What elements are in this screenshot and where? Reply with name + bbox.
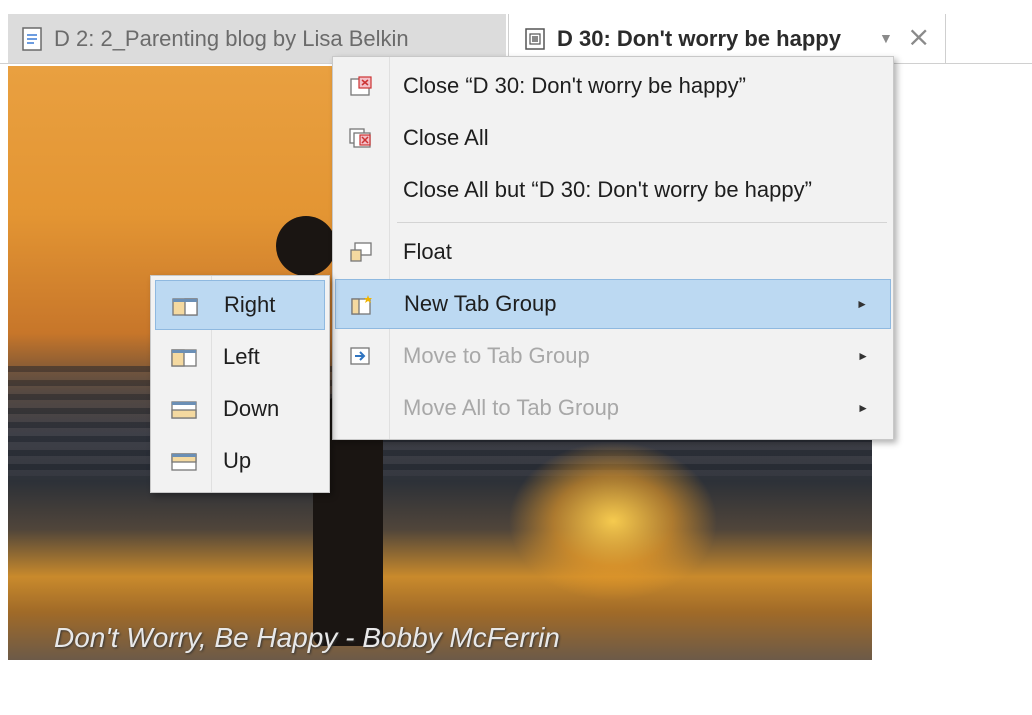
- menu-item-close[interactable]: Close “D 30: Don't worry be happy”: [335, 61, 891, 111]
- menu-item-label: Close All: [403, 125, 489, 150]
- tab-label: D 2: 2_Parenting blog by Lisa Belkin: [54, 26, 409, 51]
- tab-close-icon[interactable]: ×: [907, 20, 930, 53]
- submenu-item-label: Right: [224, 292, 276, 317]
- submenu-item-left[interactable]: Left: [155, 332, 325, 382]
- tab-label: D 30: Don't worry be happy: [557, 26, 841, 51]
- menu-item-float[interactable]: Float: [335, 227, 891, 277]
- menu-item-close-all-but[interactable]: Close All but “D 30: Don't worry be happ…: [335, 165, 891, 215]
- submenu-item-right[interactable]: Right: [155, 280, 325, 330]
- split-down-icon: [171, 401, 197, 419]
- new-tab-group-submenu: Right Left Down Up: [150, 275, 330, 493]
- submenu-item-down[interactable]: Down: [155, 384, 325, 434]
- sunset-glow: [508, 441, 718, 601]
- silhouette-head: [276, 216, 336, 276]
- split-left-icon: [171, 349, 197, 367]
- tab-context-menu: Close “D 30: Don't worry be happy” Close…: [332, 56, 894, 440]
- menu-item-label: Close All but “D 30: Don't worry be happ…: [403, 177, 812, 202]
- submenu-item-up[interactable]: Up: [155, 436, 325, 486]
- split-up-icon: [171, 453, 197, 471]
- close-all-icon: [349, 128, 371, 148]
- menu-item-label: Move All to Tab Group: [403, 395, 620, 420]
- float-icon: [350, 242, 372, 262]
- menu-item-label: Move to Tab Group: [403, 343, 590, 368]
- image-document-icon: [525, 28, 545, 50]
- menu-item-new-tab-group[interactable]: New Tab Group ►: [335, 279, 891, 329]
- document-icon: [22, 27, 42, 51]
- split-right-icon: [172, 298, 198, 316]
- close-tab-icon: [350, 76, 372, 96]
- menu-item-label: Close “D 30: Don't worry be happy”: [403, 73, 746, 98]
- menu-item-move-all-to-tab-group[interactable]: Move All to Tab Group ►: [335, 383, 891, 433]
- menu-item-move-to-tab-group[interactable]: Move to Tab Group ►: [335, 331, 891, 381]
- menu-item-label: New Tab Group: [404, 291, 557, 316]
- submenu-arrow-icon: ►: [857, 401, 869, 415]
- new-tab-group-icon: [351, 295, 372, 315]
- submenu-item-label: Left: [223, 344, 260, 369]
- submenu-item-label: Up: [223, 448, 252, 473]
- image-caption: Don't Worry, Be Happy - Bobby McFerrin: [54, 622, 560, 653]
- submenu-item-label: Down: [223, 396, 280, 421]
- move-tab-group-icon: [350, 347, 370, 365]
- menu-separator: [397, 222, 887, 223]
- menu-item-label: Float: [403, 239, 452, 264]
- submenu-arrow-icon: ►: [856, 297, 868, 311]
- menu-item-close-all[interactable]: Close All: [335, 113, 891, 163]
- tab-strip: D 2: 2_Parenting blog by Lisa Belkin D 3…: [0, 0, 1032, 64]
- submenu-arrow-icon: ►: [857, 349, 869, 363]
- tab-dropdown-icon[interactable]: ▼: [879, 30, 893, 46]
